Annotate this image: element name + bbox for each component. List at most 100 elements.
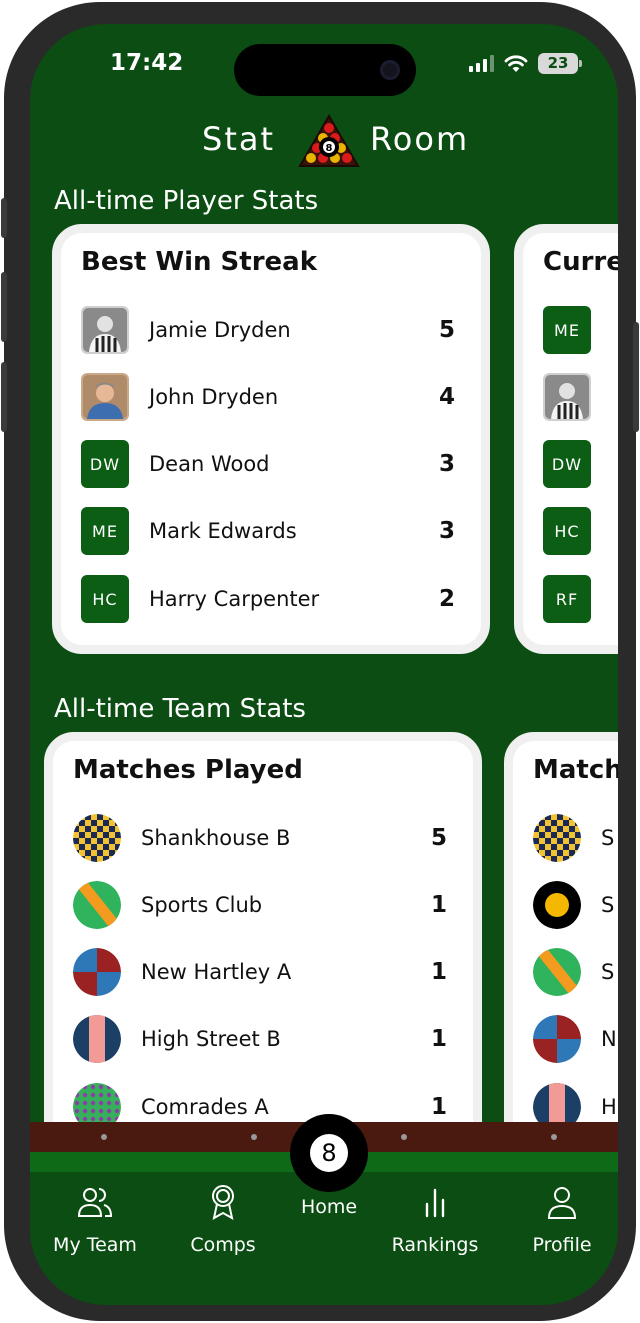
- volume-up-button: [1, 272, 7, 342]
- card-title: Match: [533, 755, 618, 785]
- battery-icon: 23: [538, 52, 582, 74]
- player-initials-avatar: DW: [543, 440, 591, 488]
- team-badge-quarters-icon: [533, 1015, 581, 1063]
- player-initials-avatar: DW: [81, 440, 129, 488]
- player-photo-avatar: [81, 306, 129, 354]
- team-stats-heading: All-time Team Stats: [54, 694, 306, 724]
- phone-frame: 17:42 23 Stat 8 Room All-time Player Sta…: [1, 2, 639, 1321]
- person-icon: [547, 1187, 577, 1219]
- team-value: 1: [430, 1026, 447, 1052]
- player-name: Dean Wood: [149, 452, 270, 476]
- player-row[interactable]: HC Harry Carpenter 2: [81, 574, 455, 624]
- nav-my-team[interactable]: My Team: [35, 1182, 155, 1256]
- player-name: Jamie Dryden: [149, 318, 291, 342]
- team-badge-stripe-icon: [73, 1015, 121, 1063]
- player-name: Harry Carpenter: [149, 587, 320, 611]
- nav-label: Comps: [190, 1234, 256, 1256]
- matches-won-card[interactable]: Match S S S N H: [504, 732, 618, 1172]
- team-row[interactable]: High Street B 1: [73, 1014, 447, 1064]
- wifi-icon: [504, 54, 528, 72]
- rail-diamond: [401, 1134, 407, 1140]
- player-row[interactable]: Jamie Dryden 5: [81, 305, 455, 355]
- player-row[interactable]: [543, 372, 618, 422]
- nav-comps[interactable]: Comps: [163, 1182, 283, 1256]
- player-row[interactable]: ME Mark Edwards 3: [81, 506, 455, 556]
- team-name: Comrades A: [141, 1095, 269, 1119]
- team-badge-checker-icon: [73, 814, 121, 862]
- team-name: Shankhouse B: [141, 826, 291, 850]
- eight-ball-icon: 8: [310, 1134, 348, 1172]
- team-name: H: [601, 1095, 617, 1119]
- team-name: S: [601, 893, 615, 917]
- player-row[interactable]: DW: [543, 439, 618, 489]
- team-row[interactable]: N: [533, 1014, 618, 1064]
- home-button[interactable]: 8: [290, 1114, 368, 1192]
- player-row[interactable]: DW Dean Wood 3: [81, 439, 455, 489]
- player-value: 3: [438, 518, 455, 544]
- team-badge-quarters-icon: [73, 948, 121, 996]
- logo-ball-number: 8: [326, 143, 333, 154]
- player-row[interactable]: ME: [543, 305, 618, 355]
- team-name: S: [601, 960, 615, 984]
- dynamic-island: [234, 44, 416, 96]
- team-badge-ring-icon: [533, 881, 581, 929]
- player-initials-avatar: HC: [81, 575, 129, 623]
- team-name: Sports Club: [141, 893, 263, 917]
- logo-text-left: Stat: [202, 120, 276, 158]
- player-value: 3: [438, 451, 455, 477]
- player-initials-avatar: HC: [543, 507, 591, 555]
- app-logo: Stat 8 Room: [30, 114, 618, 172]
- card-title: Best Win Streak: [81, 247, 318, 277]
- team-row[interactable]: S: [533, 947, 618, 997]
- card-title: Curre: [543, 247, 618, 277]
- card-title: Matches Played: [73, 755, 303, 785]
- nav-label: My Team: [53, 1234, 137, 1256]
- team-name: N: [601, 1027, 617, 1051]
- nav-label: Rankings: [391, 1234, 479, 1256]
- team-row[interactable]: New Hartley A 1: [73, 947, 447, 997]
- player-name: Mark Edwards: [149, 519, 297, 543]
- bottom-navigation: My Team Comps Rankings Profile: [30, 1172, 618, 1305]
- team-row[interactable]: Sports Club 1: [73, 880, 447, 930]
- team-row[interactable]: Shankhouse B 5: [73, 813, 447, 863]
- award-icon: [212, 1185, 234, 1220]
- nav-home-label[interactable]: Home: [284, 1196, 374, 1218]
- team-name: S: [601, 826, 615, 850]
- current-streak-card[interactable]: Curre ME DW HC RF: [514, 224, 618, 654]
- matches-played-card[interactable]: Matches Played Shankhouse B 5 Sports Clu…: [44, 732, 482, 1172]
- nav-profile[interactable]: Profile: [502, 1182, 618, 1256]
- nav-label: Profile: [532, 1234, 592, 1256]
- team-row[interactable]: S: [533, 880, 618, 930]
- mute-switch: [1, 198, 7, 238]
- front-camera: [380, 60, 400, 80]
- rail-diamond: [551, 1134, 557, 1140]
- team-row[interactable]: S: [533, 813, 618, 863]
- player-initials-avatar: RF: [543, 575, 591, 623]
- cellular-signal-icon: [469, 54, 494, 72]
- status-icons: 23: [469, 52, 582, 74]
- rail-diamond: [251, 1134, 257, 1140]
- team-value: 1: [430, 892, 447, 918]
- team-name: New Hartley A: [141, 960, 292, 984]
- logo-text-right: Room: [370, 120, 470, 158]
- pool-rack-icon: 8: [298, 114, 360, 167]
- nav-rankings[interactable]: Rankings: [375, 1182, 495, 1256]
- team-badge-checker-icon: [533, 814, 581, 862]
- rail-diamond: [101, 1134, 107, 1140]
- team-name: High Street B: [141, 1027, 281, 1051]
- team-value: 1: [430, 1094, 447, 1120]
- best-win-streak-card[interactable]: Best Win Streak Jamie Dryden 5 John Dryd…: [52, 224, 490, 654]
- player-value: 2: [438, 586, 455, 612]
- player-stats-heading: All-time Player Stats: [54, 186, 319, 216]
- power-button: [633, 322, 639, 432]
- player-photo-avatar: [543, 373, 591, 421]
- team-badge-diagonal-icon: [73, 881, 121, 929]
- people-icon: [77, 1188, 113, 1217]
- player-row[interactable]: HC: [543, 506, 618, 556]
- player-name: John Dryden: [149, 385, 279, 409]
- player-initials-avatar: ME: [543, 306, 591, 354]
- player-row[interactable]: John Dryden 4: [81, 372, 455, 422]
- player-photo-avatar: [81, 373, 129, 421]
- player-row[interactable]: RF: [543, 574, 618, 624]
- team-value: 1: [430, 959, 447, 985]
